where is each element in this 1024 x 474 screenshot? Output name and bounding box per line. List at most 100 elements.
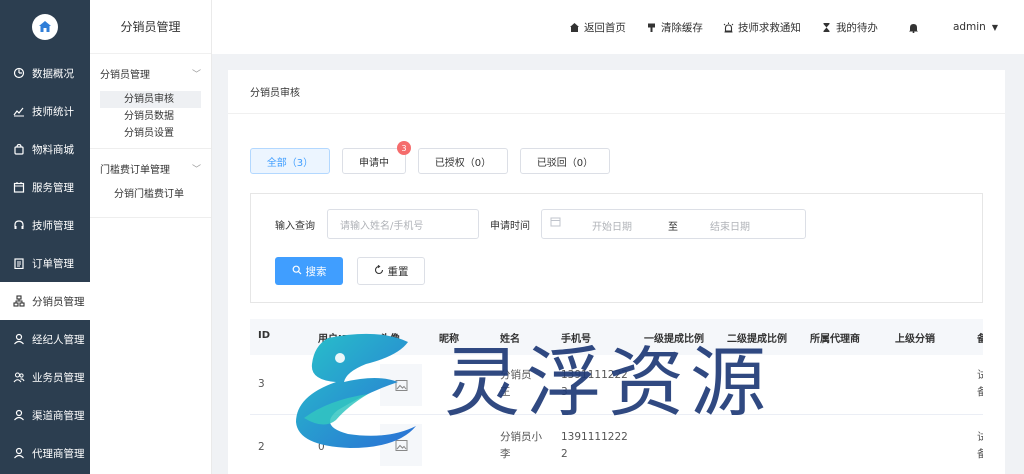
search-input[interactable]: 请输入姓名/手机号 — [327, 209, 479, 239]
sidebar-item-label: 数据概况 — [32, 67, 74, 80]
chart-icon — [12, 105, 25, 118]
cell-name-line: 分销员小 — [500, 431, 542, 443]
col-header: 昵称 — [439, 334, 459, 345]
sidebar-item-agents[interactable]: 代理商管理 — [0, 434, 90, 472]
alarm-icon — [723, 22, 734, 33]
sidebar-item-label: 分销员管理 — [32, 295, 85, 308]
col-header: 二级提成比例 — [727, 334, 787, 345]
cell-remark: 试备 — [977, 367, 983, 401]
clear-cache-button[interactable]: 清除缓存 — [646, 20, 703, 35]
table-row[interactable]: 3 分销员王 1391111222 3 试备 — [250, 355, 983, 415]
query-label: 输入查询 — [275, 221, 315, 232]
distributor-table: ID 用户ID 头像 昵称 姓名 手机号 一级提成比例 二级提成比例 所属代理商… — [250, 319, 983, 474]
logo-area — [0, 0, 90, 54]
calendar-icon — [12, 181, 25, 194]
user-menu[interactable]: admin ▼ — [953, 21, 998, 33]
tab-rejected[interactable]: 已驳回（0） — [520, 148, 610, 174]
sidebar-item-label: 业务员管理 — [32, 371, 85, 384]
submenu-title: 分销员管理 — [90, 0, 211, 54]
avatar[interactable] — [380, 424, 422, 466]
submenu-group-fee-orders: 门槛费订单管理 ﹀ 分销门槛费订单 — [90, 149, 211, 218]
cell-remark-line: 备 — [977, 386, 983, 398]
cell-phone-line: 3 — [561, 386, 568, 398]
cell-phone-line: 2 — [561, 448, 568, 460]
table-header: ID 用户ID 头像 昵称 姓名 手机号 一级提成比例 二级提成比例 所属代理商… — [250, 319, 983, 355]
home-link[interactable]: 返回首页 — [569, 20, 626, 35]
org-icon — [12, 295, 25, 308]
avatar[interactable] — [380, 364, 422, 406]
cell-name: 分销员王 — [500, 367, 532, 401]
table-row[interactable]: 2 0 分销员小李 1391111222 2 试备 — [250, 415, 983, 474]
tab-authorized[interactable]: 已授权（0） — [418, 148, 508, 174]
sidebar-item-dashboard[interactable]: 数据概况 — [0, 54, 90, 92]
date-separator: 至 — [668, 222, 678, 233]
sidebar-item-brokers[interactable]: 经纪人管理 — [0, 320, 90, 358]
sidebar-item-channels[interactable]: 渠道商管理 — [0, 396, 90, 434]
col-header: 所属代理商 — [810, 334, 860, 345]
status-tabs: 全部（3） 申请中 3 已授权（0） 已驳回（0） — [250, 141, 622, 174]
hourglass-icon — [821, 22, 832, 33]
cell-name-line: 李 — [500, 448, 511, 460]
sidebar-item-service[interactable]: 服务管理 — [0, 168, 90, 206]
submenu-group-label: 分销员管理 — [100, 70, 150, 81]
todo-link[interactable]: 我的待办 — [821, 20, 878, 35]
help-notice-link[interactable]: 技师求救通知 — [723, 20, 801, 35]
clear-cache-label: 清除缓存 — [660, 21, 703, 34]
search-input-placeholder: 请输入姓名/手机号 — [340, 220, 424, 232]
cell-phone: 1391111222 2 — [561, 429, 628, 463]
submenu-group-header[interactable]: 门槛费订单管理 ﹀ — [100, 161, 201, 176]
tab-applying[interactable]: 申请中 3 — [342, 141, 411, 174]
submenu-item-review[interactable]: 分销员审核 — [100, 91, 201, 108]
cell-name-line: 王 — [500, 386, 511, 398]
cell-id: 3 — [258, 378, 265, 390]
person-icon — [12, 409, 25, 422]
todo-label: 我的待办 — [835, 21, 878, 34]
cell-name: 分销员小李 — [500, 429, 542, 463]
col-header: 上级分销 — [895, 334, 935, 345]
submenu-group-header[interactable]: 分销员管理 ﹀ — [100, 66, 201, 81]
home-icon — [569, 22, 580, 33]
search-button[interactable]: 搜索 — [275, 257, 343, 285]
submenu-group-distributors: 分销员管理 ﹀ 分销员审核 分销员数据 分销员设置 — [90, 54, 211, 149]
notification-button[interactable] — [908, 22, 923, 33]
refresh-icon — [374, 264, 384, 278]
cell-remark-line: 备 — [977, 448, 983, 460]
breadcrumb-panel: 分销员审核 — [228, 70, 1005, 114]
cell-user-id: 0 — [318, 441, 325, 453]
calendar-icon — [550, 216, 561, 230]
sidebar-item-material-mall[interactable]: 物料商城 — [0, 130, 90, 168]
help-notice-label: 技师求救通知 — [737, 21, 801, 34]
tab-all[interactable]: 全部（3） — [250, 148, 330, 174]
reset-button-label: 重置 — [387, 265, 409, 278]
cell-phone-line: 1391111222 — [561, 369, 628, 381]
sidebar-item-distributors[interactable]: 分销员管理 — [0, 282, 90, 320]
cell-remark-line: 试 — [977, 431, 983, 443]
sidebar-item-label: 技师统计 — [32, 105, 74, 118]
submenu-item-settings[interactable]: 分销员设置 — [100, 125, 201, 142]
search-button-label: 搜索 — [305, 265, 327, 278]
submenu-item-fee-orders[interactable]: 分销门槛费订单 — [100, 186, 201, 203]
main-sidebar: 数据概况 技师统计 物料商城 服务管理 技师管理 订单管理 分销员管理 经纪人管… — [0, 0, 90, 474]
filter-panel: 输入查询 请输入姓名/手机号 申请时间 开始日期 至 结束日期 搜索 重置 — [250, 193, 983, 303]
reset-button[interactable]: 重置 — [357, 257, 425, 285]
sidebar-item-technician[interactable]: 技师管理 — [0, 206, 90, 244]
submenu-item-data[interactable]: 分销员数据 — [100, 108, 201, 125]
main-panel: 全部（3） 申请中 3 已授权（0） 已驳回（0） 输入查询 请输入姓名/手机号… — [228, 114, 1005, 474]
home-logo-icon[interactable] — [32, 14, 58, 40]
cell-phone: 1391111222 3 — [561, 367, 628, 401]
page-scrollbar[interactable] — [1018, 54, 1024, 474]
home-link-label: 返回首页 — [583, 21, 626, 34]
bell-icon — [908, 22, 919, 33]
clipboard-icon — [12, 257, 25, 270]
cell-remark: 试备 — [977, 429, 983, 463]
sidebar-item-tech-stats[interactable]: 技师统计 — [0, 92, 90, 130]
sidebar-item-orders[interactable]: 订单管理 — [0, 244, 90, 282]
dashboard-icon — [12, 67, 25, 80]
col-header: ID — [258, 330, 271, 341]
chevron-down-icon: ﹀ — [191, 70, 201, 80]
sidebar-item-salesmen[interactable]: 业务员管理 — [0, 358, 90, 396]
tab-applying-label: 申请中 — [359, 157, 389, 169]
date-range-picker[interactable]: 开始日期 至 结束日期 — [541, 209, 806, 239]
caret-down-icon: ▼ — [991, 22, 998, 32]
end-date-placeholder: 结束日期 — [710, 222, 750, 233]
